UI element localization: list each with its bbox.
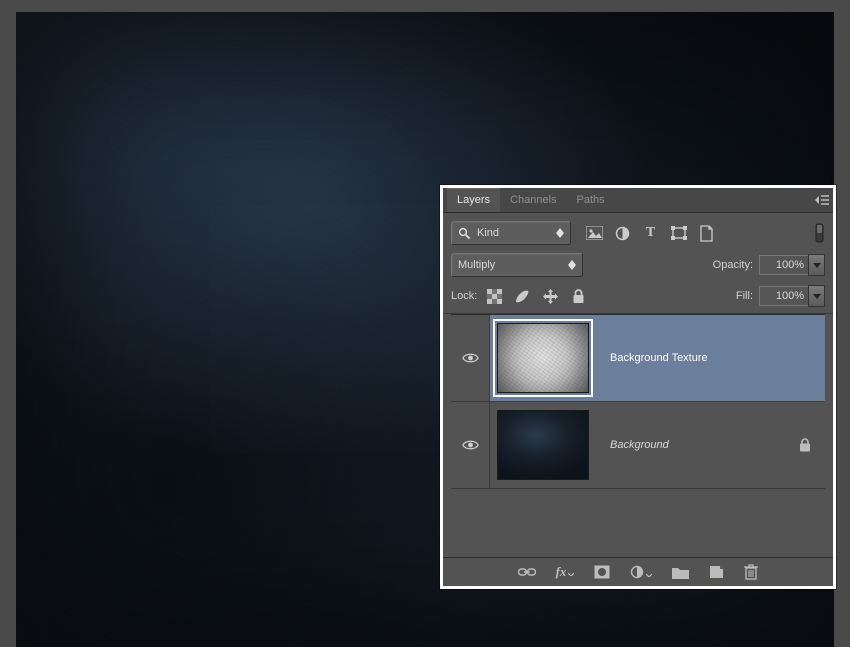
blend-mode-select[interactable]: Multiply (451, 253, 583, 277)
panel-menu-icon[interactable] (815, 195, 829, 205)
lock-row: Lock: (451, 285, 825, 307)
delete-layer-icon[interactable] (744, 564, 758, 580)
new-group-icon[interactable] (672, 566, 689, 579)
lock-label: Lock: (451, 290, 477, 302)
new-layer-icon[interactable] (709, 565, 724, 579)
filter-pixel-icon[interactable] (585, 224, 604, 243)
lock-all-icon[interactable] (569, 287, 588, 306)
layer-row[interactable]: Background (451, 402, 825, 489)
layer-visibility-toggle[interactable] (451, 402, 490, 488)
panel-footer: fx (443, 557, 833, 586)
layer-visibility-toggle[interactable] (451, 315, 490, 401)
tab-paths[interactable]: Paths (567, 189, 615, 212)
eye-icon (462, 352, 479, 364)
fill-label: Fill: (736, 290, 753, 302)
filter-kind-select[interactable]: Kind (451, 221, 571, 245)
panel-tab-bar: Layers Channels Paths (443, 188, 833, 213)
updown-icon (568, 260, 576, 270)
opacity-label: Opacity: (713, 259, 753, 271)
filter-row: Kind T (451, 221, 825, 245)
layers-panel: Layers Channels Paths Kind (440, 185, 836, 589)
eye-icon (462, 439, 479, 451)
tab-channels[interactable]: Channels (500, 189, 566, 212)
updown-icon (556, 228, 564, 238)
fill-dropdown-icon[interactable] (808, 285, 825, 307)
lock-transparency-icon[interactable] (485, 287, 504, 306)
opacity-input[interactable]: 100% (759, 254, 825, 276)
filter-smartobject-icon[interactable] (697, 224, 716, 243)
app-stage: Layers Channels Paths Kind (0, 0, 850, 647)
link-layers-icon[interactable] (518, 567, 536, 577)
layers-empty-area[interactable] (451, 489, 825, 553)
filter-adjustment-icon[interactable] (613, 224, 632, 243)
filter-type-buttons: T (585, 224, 716, 243)
fill-value[interactable]: 100% (759, 286, 808, 306)
filter-toggle-switch[interactable] (814, 223, 825, 243)
opacity-dropdown-icon[interactable] (808, 254, 825, 276)
layer-lock-icon (799, 438, 811, 452)
filter-kind-label: Kind (477, 227, 499, 239)
blend-mode-value: Multiply (458, 259, 495, 271)
layer-fx-icon[interactable]: fx (556, 564, 575, 580)
search-icon (458, 227, 471, 240)
layer-thumbnail[interactable] (497, 323, 589, 393)
lock-pixels-icon[interactable] (513, 287, 532, 306)
tab-layers[interactable]: Layers (447, 188, 500, 212)
lock-position-icon[interactable] (541, 287, 560, 306)
opacity-value[interactable]: 100% (759, 255, 808, 275)
layer-name[interactable]: Background (610, 439, 789, 451)
layer-thumbnail[interactable] (497, 410, 589, 480)
filter-text-icon[interactable]: T (641, 224, 660, 243)
blend-row: Multiply Opacity: 100% (451, 253, 825, 277)
layer-row[interactable]: Background Texture (451, 315, 825, 402)
fill-input[interactable]: 100% (759, 285, 825, 307)
filter-shape-icon[interactable] (669, 224, 688, 243)
add-mask-icon[interactable] (594, 565, 610, 579)
layers-list: Background Texture Background (451, 314, 825, 553)
layer-name[interactable]: Background Texture (610, 352, 825, 364)
new-adjustment-icon[interactable] (630, 565, 652, 579)
panel-body: Kind T (443, 213, 833, 557)
